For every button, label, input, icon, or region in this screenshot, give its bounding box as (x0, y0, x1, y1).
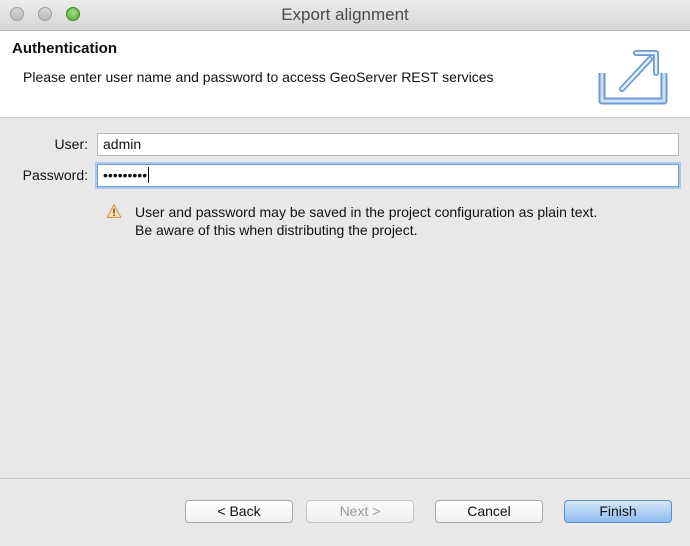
export-alignment-window: Export alignment Authentication Please e… (0, 0, 690, 546)
page-description: Please enter user name and password to a… (23, 69, 494, 85)
title-bar: Export alignment (0, 0, 690, 31)
warning-icon (106, 204, 122, 218)
back-button[interactable]: < Back (185, 500, 293, 523)
window-title: Export alignment (281, 5, 409, 24)
password-mask: ••••••••• (103, 167, 148, 183)
warning-line-2: Be aware of this when distributing the p… (135, 222, 418, 238)
warning-message: User and password may be saved in the pr… (135, 203, 597, 239)
cancel-button[interactable]: Cancel (435, 500, 543, 523)
user-input[interactable]: admin (97, 133, 679, 156)
finish-button[interactable]: Finish (564, 500, 672, 523)
wizard-header: Authentication Please enter user name an… (0, 31, 690, 118)
export-icon (598, 50, 668, 105)
text-caret (148, 167, 150, 183)
user-label: User: (54, 136, 88, 152)
password-input[interactable]: ••••••••• (97, 164, 679, 187)
page-title: Authentication (12, 40, 117, 57)
footer-divider (0, 478, 690, 479)
next-button[interactable]: Next > (306, 500, 414, 523)
password-label: Password: (22, 167, 88, 183)
warning-line-1: User and password may be saved in the pr… (135, 204, 598, 220)
